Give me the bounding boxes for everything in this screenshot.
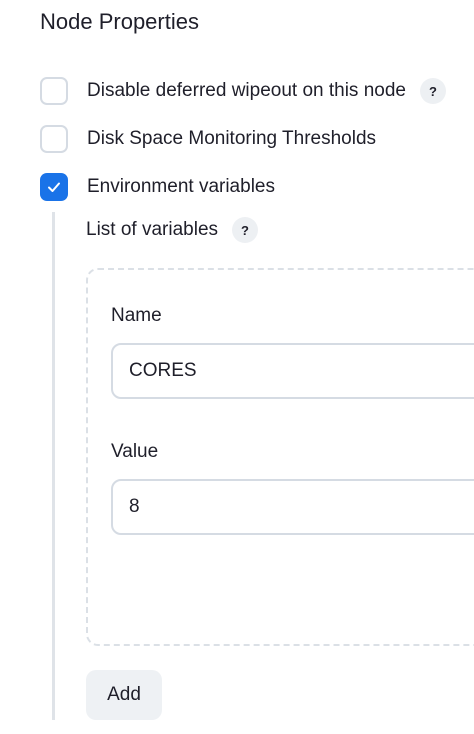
disable-deferred-wipeout-label[interactable]: Disable deferred wipeout on this node — [87, 78, 406, 104]
disable-deferred-wipeout-checkbox[interactable] — [40, 77, 68, 105]
list-of-variables-header: List of variables ? — [86, 217, 259, 243]
disk-space-monitoring-checkbox[interactable] — [40, 125, 68, 153]
option-disable-deferred-wipeout: Disable deferred wipeout on this node ? — [40, 77, 446, 105]
name-field-label: Name — [111, 305, 162, 326]
name-input[interactable] — [111, 343, 474, 399]
node-properties-page: Node Properties Disable deferred wipeout… — [0, 0, 474, 734]
environment-variables-checkbox[interactable] — [40, 173, 68, 201]
checkmark-icon — [48, 182, 60, 192]
nested-section-bar — [52, 212, 55, 720]
disk-space-monitoring-label[interactable]: Disk Space Monitoring Thresholds — [87, 126, 376, 152]
value-field-label: Value — [111, 441, 159, 462]
help-icon[interactable]: ? — [419, 78, 446, 104]
section-title: Node Properties — [40, 9, 199, 34]
value-input[interactable] — [111, 479, 474, 535]
environment-variables-label[interactable]: Environment variables — [87, 174, 275, 200]
help-icon[interactable]: ? — [232, 217, 259, 243]
add-variable-button[interactable]: Add — [86, 670, 162, 720]
option-disk-space-monitoring: Disk Space Monitoring Thresholds — [40, 125, 376, 153]
option-environment-variables: Environment variables — [40, 173, 275, 201]
list-of-variables-label: List of variables — [86, 219, 219, 240]
